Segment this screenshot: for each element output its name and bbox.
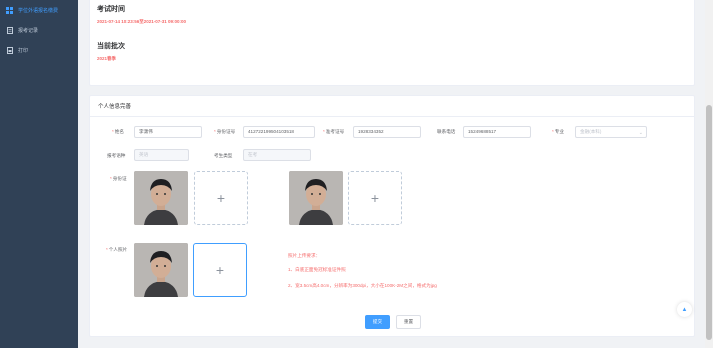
sidebar: 学位外语报名缴费 报考记录 打印 — [0, 0, 78, 348]
personal-photo-upload[interactable]: + — [193, 243, 247, 297]
exam-time-value: 2021-07-14 10:23:56至2021-07-31 09:00:00 — [97, 19, 187, 24]
id-card-label: *身份证 — [110, 176, 127, 181]
candidate-type-field: 在考 — [243, 149, 311, 161]
print-icon — [6, 46, 13, 54]
card-header: 个人信息完善 — [90, 96, 694, 117]
required-mark: * — [110, 176, 112, 181]
current-batch-value: 2021春季 — [97, 56, 117, 61]
document-icon — [6, 26, 13, 34]
sidebar-item-registration-records[interactable]: 报考记录 — [0, 20, 78, 40]
language-label: 报考语种 — [107, 153, 126, 158]
plus-icon: + — [370, 190, 380, 206]
id-number-label: *身份证号 — [214, 129, 236, 134]
plus-icon: + — [216, 190, 226, 206]
scrollbar-thumb[interactable] — [706, 105, 712, 340]
required-mark: * — [112, 129, 114, 134]
id-card-front-photo — [134, 171, 188, 225]
id-card-back-upload[interactable]: + — [348, 171, 402, 225]
arrow-up-icon: ▲ — [681, 306, 688, 313]
exam-number-label: *准考证号 — [323, 129, 345, 134]
personal-photo — [134, 243, 188, 297]
exam-info-card: 考试时间 2021-07-14 10:23:56至2021-07-31 09:0… — [89, 0, 695, 86]
photo-label: *个人照片 — [106, 247, 128, 252]
language-field: 英语 — [134, 149, 189, 161]
grid-icon — [6, 6, 13, 14]
requirement-line-1: 1、白底正面免冠标准证件照 — [288, 267, 346, 272]
major-select-placeholder: 金融(本科) — [580, 129, 602, 134]
exam-time-title: 考试时间 — [97, 6, 125, 13]
major-label: *专业 — [552, 129, 564, 134]
required-mark: * — [552, 129, 554, 134]
required-mark: * — [106, 247, 108, 252]
exam-number-field[interactable]: 1928334352 — [353, 126, 421, 138]
id-card-front-upload[interactable]: + — [194, 171, 248, 225]
required-mark: * — [214, 129, 216, 134]
personal-info-card: 个人信息完善 *姓名 李潇伟 *身份证号 412722199504103518 … — [89, 95, 695, 337]
sidebar-item-label: 学位外语报名缴费 — [18, 7, 59, 14]
back-to-top-button[interactable]: ▲ — [677, 302, 692, 317]
requirement-line-2: 2、宽3.5cm高4.0cm，分辨率为300dpi，大小在100K-2M之间，格… — [288, 283, 437, 288]
plus-icon: + — [215, 262, 225, 278]
submit-button[interactable]: 提交 — [365, 315, 390, 329]
sidebar-item-label: 打印 — [18, 47, 29, 54]
phone-field[interactable]: 15249688517 — [463, 126, 531, 138]
sidebar-item-label: 报考记录 — [18, 27, 39, 34]
id-number-field[interactable]: 412722199504103518 — [243, 126, 315, 138]
sidebar-item-print[interactable]: 打印 — [0, 40, 78, 60]
id-card-back-photo — [289, 171, 343, 225]
candidate-type-label: 考生类型 — [214, 153, 233, 158]
phone-label: 联系电话 — [437, 129, 456, 134]
major-select[interactable]: 金融(本科) ⌄ — [575, 126, 647, 138]
main-content: 考试时间 2021-07-14 10:23:56至2021-07-31 09:0… — [78, 0, 705, 348]
page-scrollbar[interactable] — [705, 0, 713, 348]
requirements-title: 照片上传要求： — [288, 253, 321, 258]
section-title: 个人信息完善 — [98, 104, 132, 110]
chevron-down-icon: ⌄ — [638, 130, 643, 136]
reset-button[interactable]: 重置 — [396, 315, 421, 329]
name-label: *姓名 — [112, 129, 124, 134]
name-field[interactable]: 李潇伟 — [134, 126, 202, 138]
sidebar-item-foreign-language-registration[interactable]: 学位外语报名缴费 — [0, 0, 78, 20]
current-batch-title: 当前批次 — [97, 43, 125, 50]
required-mark: * — [323, 129, 325, 134]
